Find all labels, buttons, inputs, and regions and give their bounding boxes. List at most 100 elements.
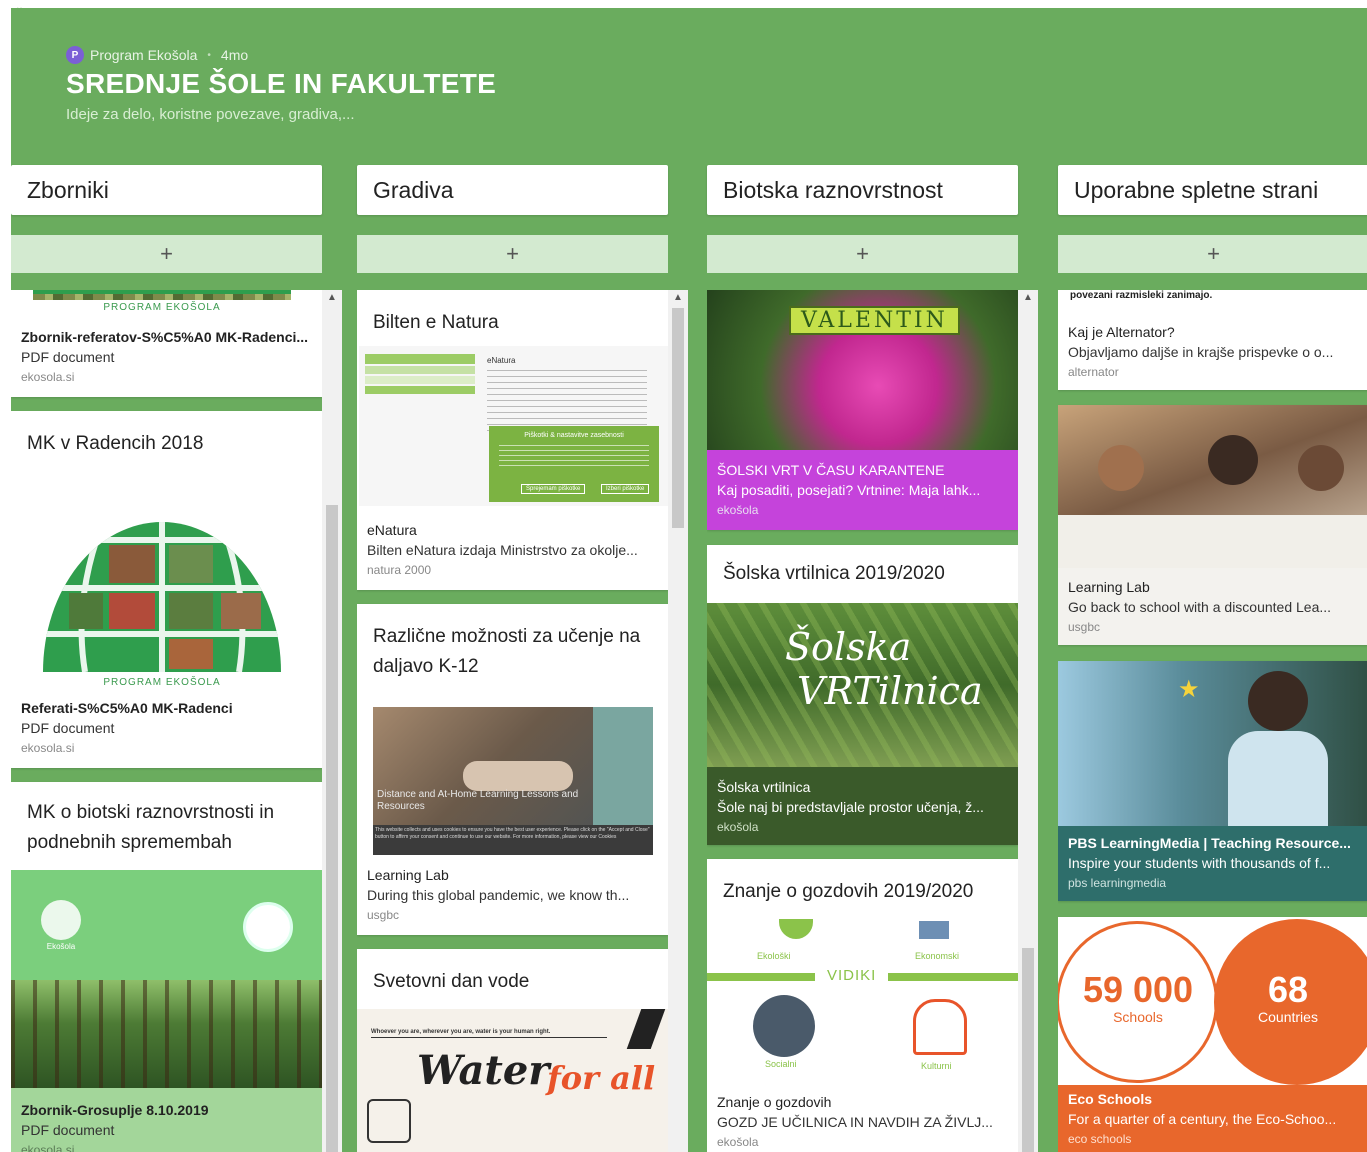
author-name[interactable]: Program Ekošola — [90, 47, 197, 63]
post-card[interactable]: PROGRAM EKOŠOLA Zbornik-referatov-S%C5%A… — [11, 290, 322, 397]
column-biotska-raznovrstnost: Biotska raznovrstnost + VALENTIN ŠOLSKI … — [707, 165, 1038, 1152]
attachment-title: Znanje o gozdovih — [717, 1094, 832, 1110]
diagram-image: Ekološki Ekonomski VIDIKI Socialni Kultu… — [707, 919, 1018, 1079]
stat-schools-label: Schools — [1113, 1009, 1163, 1025]
scroll-up-icon[interactable]: ▲ — [1018, 292, 1038, 303]
column-title[interactable]: Uporabne spletne strani — [1058, 165, 1367, 215]
attachment[interactable]: eNatura Bilten eNatura izdaja Ministrstv… — [357, 520, 668, 580]
post-card[interactable]: MK o biotski raznovrstnosti in podnebnih… — [11, 782, 322, 1152]
attachment-title: Kaj je Alternator? — [1068, 324, 1175, 340]
attachment-title: Learning Lab — [1068, 579, 1150, 595]
column-zborniki: Zborniki + PROGRAM EKOŠOLA Zbornik-refer… — [11, 165, 342, 1152]
tree-icon — [41, 900, 81, 940]
overlay-title-b: VRTilnica — [797, 669, 983, 713]
accept-cookies-button: Sprejemam piškotke — [521, 484, 586, 494]
attachment-title: ŠOLSKI VRT V ČASU KARANTENE — [717, 462, 945, 478]
diagram-label-cultural: Kulturni — [921, 1061, 952, 1071]
add-post-button[interactable]: + — [357, 235, 668, 273]
attachment-title: Referati-S%C5%A0 MK-Radenci — [21, 700, 233, 716]
attachment-source: ekosola.si — [21, 741, 75, 755]
attachment[interactable]: Referati-S%C5%A0 MK-Radenci PDF document… — [11, 698, 322, 758]
attachment-description: PDF document — [21, 720, 115, 736]
students-photo — [1058, 405, 1367, 568]
scroll-up-icon[interactable]: ▲ — [322, 292, 342, 303]
attachment-source: ekošola — [717, 1135, 759, 1149]
attachment[interactable]: Eco Schools For a quarter of a century, … — [1058, 1089, 1367, 1149]
attachment[interactable]: Zbornik-Grosuplje 8.10.2019 PDF document… — [11, 1100, 322, 1152]
post-card[interactable]: Znanje o gozdovih 2019/2020 Ekološki Eko… — [707, 859, 1018, 1152]
padlet-board: P Program Ekošola • 4mo SREDNJE ŠOLE IN … — [11, 8, 1367, 1152]
website-screenshot: eNatura Piškotki & nastavitve zasebnosti… — [359, 346, 668, 506]
attachment-description: Šole naj bi predstavljale prostor učenja… — [717, 799, 984, 815]
attachment-description: Kaj posaditi, posejati? Vrtnine: Maja la… — [717, 482, 981, 498]
attachment[interactable]: Learning Lab During this global pandemic… — [357, 865, 668, 925]
column-title[interactable]: Biotska raznovrstnost — [707, 165, 1018, 215]
pdf-thumbnail: PROGRAM EKOŠOLA — [33, 290, 291, 314]
screenshot-heading: eNatura — [487, 356, 516, 365]
board-author: P Program Ekošola • 4mo — [66, 46, 248, 64]
post-card[interactable]: Learning Lab Go back to school with a di… — [1058, 405, 1367, 645]
attachment-description: During this global pandemic, we know th.… — [367, 887, 630, 903]
post-card[interactable]: VALENTIN ŠOLSKI VRT V ČASU KARANTENE Kaj… — [707, 290, 1018, 530]
people-icon — [753, 995, 815, 1057]
post-card[interactable]: 59 000 Schools 68 Countries Eco Schools … — [1058, 917, 1367, 1152]
add-post-button[interactable]: + — [707, 235, 1018, 273]
post-list: povezani razmisleki zanimajo. Kaj je Alt… — [1058, 290, 1367, 1152]
column-title[interactable]: Zborniki — [11, 165, 322, 215]
post-card[interactable]: MK v Radencih 2018 PROGRAM EKOŠOLA Refer… — [11, 411, 322, 768]
post-card[interactable]: ★ PBS LearningMedia | Teaching Resource.… — [1058, 661, 1367, 901]
diagram-label-social: Socialni — [765, 1059, 797, 1069]
attachment-title: Eco Schools — [1068, 1091, 1153, 1107]
add-post-button[interactable]: + — [1058, 235, 1367, 273]
post-title: MK o biotski raznovrstnosti in podnebnih… — [27, 802, 275, 853]
stat-schools-number: 59 000 — [1082, 969, 1194, 1010]
attachment-source: ekosola.si — [21, 1143, 75, 1152]
column-title[interactable]: Gradiva — [357, 165, 668, 215]
thumbnail-banner: PROGRAM EKOŠOLA — [103, 677, 221, 688]
attachment-description: GOZD JE UČILNICA IN NAVDIH ZA ŽIVLJ... — [717, 1114, 993, 1130]
post-title: Svetovni dan vode — [373, 971, 530, 992]
scrollbar-thumb[interactable] — [672, 308, 684, 528]
diagram-center-label: VIDIKI — [815, 967, 889, 984]
attachment-source: natura 2000 — [367, 563, 432, 577]
add-post-button[interactable]: + — [11, 235, 322, 273]
attachment[interactable]: Learning Lab Go back to school with a di… — [1058, 577, 1367, 637]
laptop-photo: Distance and At-Home Learning Lessons an… — [373, 707, 653, 825]
attachment[interactable]: Zbornik-referatov-S%C5%A0 MK-Radenci... … — [11, 327, 322, 387]
post-card[interactable]: Šolska vrtilnica 2019/2020 Šolska VRTiln… — [707, 545, 1018, 845]
post-title: MK v Radencih 2018 — [27, 433, 204, 454]
poster-tagline: Whoever you are, wherever you are, water… — [371, 1029, 607, 1038]
pdf-thumbnail — [33, 499, 291, 672]
attachment[interactable]: ŠOLSKI VRT V ČASU KARANTENE Kaj posaditi… — [707, 460, 1018, 520]
post-list: Bilten e Natura eNatura Piškotki & nasta… — [357, 290, 668, 1152]
image-caption: Distance and At-Home Learning Lessons an… — [377, 789, 579, 812]
post-list: VALENTIN ŠOLSKI VRT V ČASU KARANTENE Kaj… — [707, 290, 1018, 1152]
column-scrollbar[interactable]: ▲ — [668, 290, 688, 1152]
board-subtitle: Ideje za delo, koristne povezave, gradiv… — [66, 106, 355, 123]
attachment-title: Šolska vrtilnica — [717, 779, 811, 795]
post-card[interactable]: Bilten e Natura eNatura Piškotki & nasta… — [357, 290, 668, 590]
post-card[interactable]: povezani razmisleki zanimajo. Kaj je Alt… — [1058, 290, 1367, 390]
attachment[interactable]: Znanje o gozdovih GOZD JE UČILNICA IN NA… — [707, 1092, 1018, 1152]
scroll-up-icon[interactable]: ▲ — [668, 292, 688, 303]
post-card[interactable]: Različne možnosti za učenje na daljavo K… — [357, 604, 668, 935]
attachment-source: usgbc — [1068, 620, 1101, 634]
attachment-source: alternator — [1068, 365, 1119, 379]
garden-photo: Šolska VRTilnica — [707, 603, 1018, 767]
post-card[interactable]: Svetovni dan vode Whoever you are, where… — [357, 949, 668, 1152]
stats-image: 59 000 Schools 68 Countries — [1058, 917, 1367, 1085]
scrollbar-thumb[interactable] — [1022, 948, 1034, 1152]
attachment[interactable]: Kaj je Alternator? Objavljamo daljše in … — [1058, 322, 1367, 382]
attachment[interactable]: PBS LearningMedia | Teaching Resource...… — [1058, 833, 1367, 893]
cookie-dialog-title: Piškotki & nastavitve zasebnosti — [524, 432, 624, 439]
poster-title-a: Water — [417, 1047, 550, 1094]
attachment-description: PDF document — [21, 1122, 115, 1138]
attachment-title: Learning Lab — [367, 867, 449, 883]
column-scrollbar[interactable]: ▲ — [322, 290, 342, 1152]
column-scrollbar[interactable]: ▲ — [1018, 290, 1038, 1152]
scrollbar-thumb[interactable] — [326, 505, 338, 1152]
cookie-notice: This website collects and uses cookies t… — [373, 825, 653, 855]
attachment[interactable]: Šolska vrtilnica Šole naj bi predstavlja… — [707, 777, 1018, 837]
attachment-source: ekosola.si — [21, 370, 75, 384]
attachment-description: PDF document — [21, 349, 115, 365]
